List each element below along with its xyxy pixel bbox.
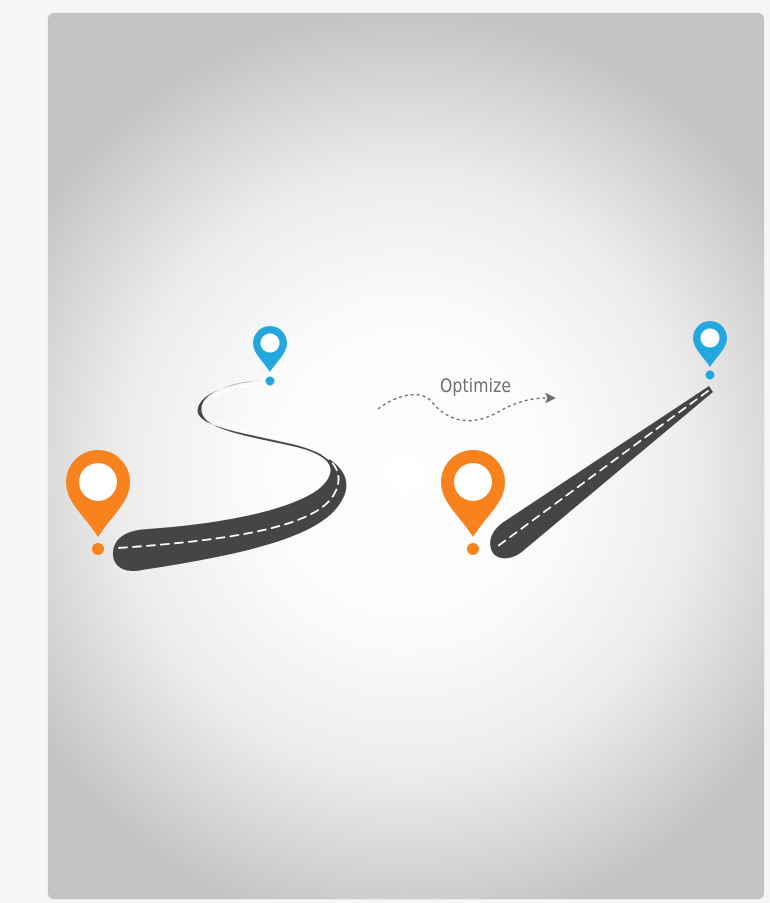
optimize-label: Optimize [440, 375, 512, 397]
winding-road-body [112, 380, 347, 572]
arrowhead-icon [545, 392, 556, 404]
route-optimization-illustration [66, 321, 727, 572]
winding-road [112, 380, 347, 572]
destination-pin-after [693, 321, 727, 380]
destination-pin-before [253, 326, 287, 386]
dotted-arrow-path [377, 394, 549, 422]
straight-road [490, 386, 713, 559]
